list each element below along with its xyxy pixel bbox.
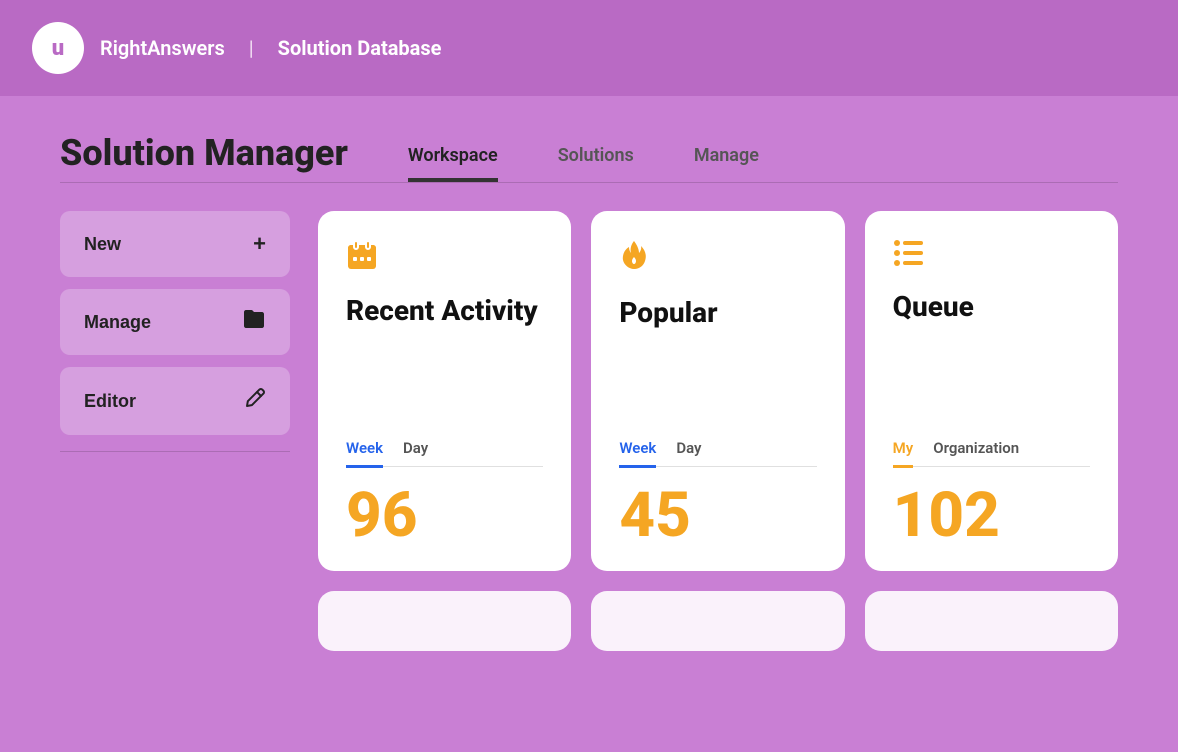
recent-week-tab[interactable]: Week xyxy=(346,439,383,468)
sidebar: New + Manage Editor xyxy=(60,211,290,476)
bottom-card-1 xyxy=(318,591,571,651)
recent-day-tab[interactable]: Day xyxy=(403,439,428,468)
page-header: Solution Manager Workspace Solutions Man… xyxy=(60,96,1118,182)
queue-org-tab[interactable]: Organization xyxy=(933,439,1019,468)
plus-icon: + xyxy=(253,231,266,257)
app-name: RightAnswers xyxy=(100,36,225,60)
queue-title: Queue xyxy=(893,290,1090,324)
queue-tabs: My Organization xyxy=(893,439,1090,468)
cards-grid: Recent Activity Week Day 96 Popular xyxy=(318,211,1118,651)
queue-card: Queue My Organization 102 xyxy=(865,211,1118,571)
page-title: Solution Manager xyxy=(60,132,348,182)
editor-button-label: Editor xyxy=(84,391,136,412)
app-header: u RightAnswers | Solution Database xyxy=(0,0,1178,96)
recent-activity-value: 96 xyxy=(346,485,543,547)
logo-letter: u xyxy=(52,36,64,61)
header-divider: | xyxy=(249,36,254,60)
tab-workspace[interactable]: Workspace xyxy=(408,145,498,182)
popular-value: 45 xyxy=(619,485,816,547)
new-button[interactable]: New + xyxy=(60,211,290,277)
main-content: Solution Manager Workspace Solutions Man… xyxy=(0,96,1178,691)
fire-icon xyxy=(619,239,816,280)
recent-activity-tabs: Week Day xyxy=(346,439,543,468)
section-name: Solution Database xyxy=(278,36,442,60)
queue-my-tab[interactable]: My xyxy=(893,439,914,468)
manage-button-label: Manage xyxy=(84,312,151,333)
edit-icon xyxy=(244,387,266,415)
recent-activity-card: Recent Activity Week Day 96 xyxy=(318,211,571,571)
queue-value: 102 xyxy=(893,485,1090,547)
list-icon xyxy=(893,239,1090,274)
editor-button[interactable]: Editor xyxy=(60,367,290,435)
content-row: New + Manage Editor xyxy=(60,211,1118,651)
tabs-divider xyxy=(60,182,1118,183)
recent-activity-title: Recent Activity xyxy=(346,294,543,328)
bottom-card-3 xyxy=(865,591,1118,651)
sidebar-divider xyxy=(60,451,290,452)
new-button-label: New xyxy=(84,234,121,255)
calendar-icon xyxy=(346,239,543,278)
main-tabs: Workspace Solutions Manage xyxy=(408,145,1118,182)
tab-manage[interactable]: Manage xyxy=(694,145,759,182)
folder-icon xyxy=(242,309,266,335)
popular-day-tab[interactable]: Day xyxy=(676,439,701,468)
app-logo: u xyxy=(32,22,84,74)
popular-week-tab[interactable]: Week xyxy=(619,439,656,468)
popular-title: Popular xyxy=(619,296,816,330)
manage-button[interactable]: Manage xyxy=(60,289,290,355)
popular-tabs: Week Day xyxy=(619,439,816,468)
tab-solutions[interactable]: Solutions xyxy=(558,145,634,182)
popular-card: Popular Week Day 45 xyxy=(591,211,844,571)
bottom-card-2 xyxy=(591,591,844,651)
